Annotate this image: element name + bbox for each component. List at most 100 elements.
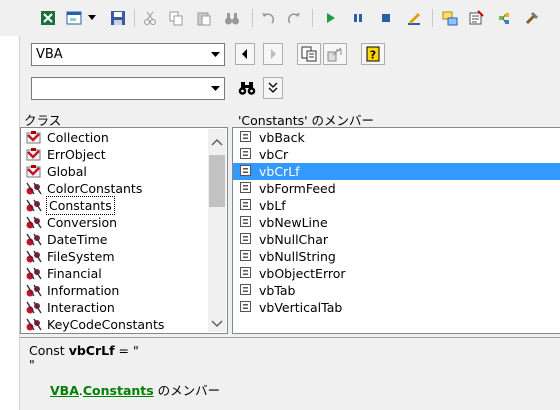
class-item-label: Global <box>47 164 87 179</box>
chevron-down-icon[interactable] <box>206 44 224 65</box>
class-item[interactable]: DateTime <box>21 231 227 248</box>
object-browser-button[interactable] <box>494 8 514 28</box>
properties-icon <box>469 10 484 25</box>
declaration-name: vbCrLf <box>68 343 115 358</box>
member-item[interactable]: vbNewLine <box>233 214 560 231</box>
member-item[interactable]: vbBack <box>233 129 560 146</box>
class-item[interactable]: Conversion <box>21 214 227 231</box>
scrollbar-thumb[interactable] <box>209 155 225 207</box>
class-item[interactable]: FileSystem <box>21 248 227 265</box>
member-item[interactable]: vbVerticalTab <box>233 299 560 316</box>
undo-icon <box>262 13 275 24</box>
class-item[interactable]: Collection <box>21 129 227 146</box>
view-excel-button[interactable] <box>38 8 58 28</box>
undo-button[interactable] <box>258 8 278 28</box>
member-item[interactable]: vbNullString <box>233 248 560 265</box>
design-mode-button[interactable] <box>404 8 424 28</box>
declaration-line2: " <box>29 357 35 372</box>
member-item-label: vbBack <box>259 130 305 145</box>
help-button[interactable]: ? <box>361 43 385 65</box>
properties-button[interactable] <box>466 8 486 28</box>
search-combo[interactable] <box>31 77 225 100</box>
class-item[interactable]: KeyCodeConstants <box>21 316 227 333</box>
member-item-label: vbTab <box>259 283 296 298</box>
find-button[interactable] <box>222 8 242 28</box>
constant-icon <box>239 249 252 266</box>
class-item-label: Information <box>47 283 120 298</box>
class-link[interactable]: Constants <box>83 383 154 398</box>
member-item[interactable]: vbObjectError <box>233 265 560 282</box>
toolbox-icon <box>525 12 538 25</box>
member-item[interactable]: vbCrLf <box>233 163 560 180</box>
class-item-label: Interaction <box>47 300 115 315</box>
constant-icon <box>239 130 252 147</box>
class-item[interactable]: ColorConstants <box>21 180 227 197</box>
member-item-label: vbObjectError <box>259 266 346 281</box>
classes-list[interactable]: Collection ErrObject Global ColorConstants C… <box>20 127 228 334</box>
members-list[interactable]: vbBack vbCr vbCrLf vbFormFeed vbLf vbNewLine v… <box>232 127 560 334</box>
design-icon <box>408 13 420 25</box>
pause-icon <box>354 14 362 22</box>
toolbox-button[interactable] <box>522 8 542 28</box>
constant-icon <box>239 147 252 164</box>
save-button[interactable] <box>108 8 128 28</box>
redo-button[interactable] <box>284 8 304 28</box>
insert-userform-dropdown[interactable] <box>86 8 98 28</box>
member-item[interactable]: vbFormFeed <box>233 180 560 197</box>
view-definition-icon <box>327 47 342 62</box>
class-item[interactable]: Constants <box>21 196 227 215</box>
library-combo[interactable]: VBA <box>31 43 225 66</box>
constant-icon <box>239 300 252 317</box>
paste-icon <box>197 12 211 26</box>
member-item-label: vbLf <box>259 198 286 213</box>
show-hide-results-button[interactable] <box>263 77 283 99</box>
class-item-label: Constants <box>46 196 115 215</box>
member-item[interactable]: vbCr <box>233 146 560 163</box>
member-item[interactable]: vbTab <box>233 282 560 299</box>
library-link[interactable]: VBA <box>50 383 79 398</box>
left-border <box>0 36 20 410</box>
class-item-label: Conversion <box>47 215 118 230</box>
scroll-down-icon[interactable] <box>211 317 223 331</box>
class-item[interactable]: Financial <box>21 265 227 282</box>
project-explorer-button[interactable] <box>440 8 460 28</box>
binoculars-icon <box>225 13 239 25</box>
standard-toolbar <box>0 0 560 36</box>
search-button[interactable] <box>235 77 259 99</box>
forward-button[interactable] <box>263 43 283 65</box>
paste-button[interactable] <box>194 8 214 28</box>
break-button[interactable] <box>348 8 368 28</box>
copy-button[interactable] <box>166 8 186 28</box>
class-item-label: ErrObject <box>47 147 106 162</box>
copy-to-clipboard-button[interactable] <box>297 43 321 65</box>
member-item[interactable]: vbLf <box>233 197 560 214</box>
class-item[interactable]: Global <box>21 163 227 180</box>
member-item-label: vbCr <box>259 147 289 162</box>
member-item-label: vbNullChar <box>259 232 329 247</box>
reset-button[interactable] <box>376 8 396 28</box>
excel-icon <box>41 11 55 25</box>
run-button[interactable] <box>320 8 340 28</box>
member-item-label: vbNullString <box>259 249 336 264</box>
cut-button[interactable] <box>140 8 160 28</box>
member-item[interactable]: vbNullChar <box>233 231 560 248</box>
stop-icon <box>382 14 390 22</box>
class-item[interactable]: ErrObject <box>21 146 227 163</box>
insert-userform-button[interactable] <box>64 8 84 28</box>
arrow-right-icon <box>271 49 276 59</box>
details-declaration: Const vbCrLf = " <box>29 343 139 358</box>
scroll-up-icon[interactable] <box>211 135 223 149</box>
class-item[interactable]: Information <box>21 282 227 299</box>
back-button[interactable] <box>235 43 255 65</box>
details-pane: Const vbCrLf = " " VBA.Constants のメンバー <box>20 337 560 410</box>
constant-icon <box>239 181 252 198</box>
save-icon <box>111 11 125 25</box>
toolbar-separator <box>432 9 433 27</box>
classes-scrollbar[interactable] <box>208 129 226 332</box>
redo-icon <box>287 13 300 24</box>
chevron-down-icon[interactable] <box>206 78 224 99</box>
member-item-label: vbNewLine <box>259 215 328 230</box>
class-item[interactable]: Interaction <box>21 299 227 316</box>
view-definition-button[interactable] <box>323 43 347 65</box>
constant-icon <box>239 232 252 249</box>
